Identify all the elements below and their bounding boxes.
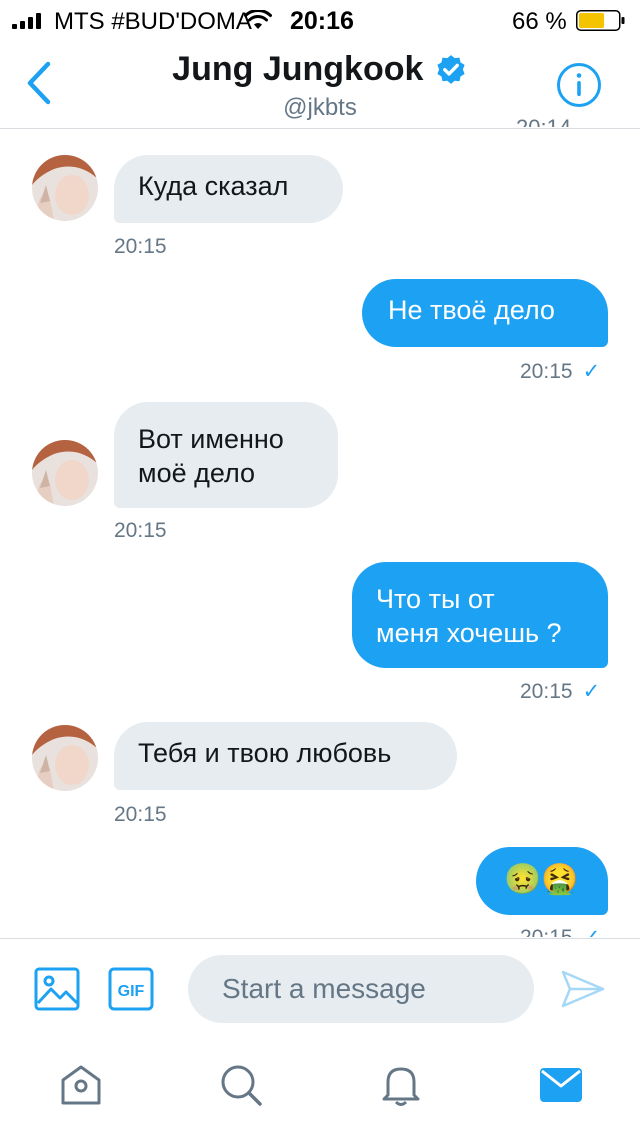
conversation-info-button[interactable] [556, 62, 602, 108]
message-bubble-outgoing[interactable]: Что ты от меня хочешь ? [352, 562, 608, 668]
verified-badge-icon [437, 54, 465, 84]
message-timestamp: 20:15 [114, 519, 167, 543]
message-composer: GIF [0, 938, 640, 1039]
tab-home[interactable] [58, 1062, 104, 1108]
message-timestamp: 20:15 [114, 235, 167, 259]
carrier-name: MTS #BUD'DOMA [54, 8, 252, 35]
tab-messages[interactable] [538, 1062, 584, 1108]
message-text-line: Вот именно [138, 424, 284, 454]
message-time: 20:15 [114, 519, 167, 542]
clipped-timestamp: 20:14 [516, 117, 571, 127]
status-bar: MTS #BUD'DOMA 20:16 66 % [0, 0, 640, 40]
gif-icon: GIF [108, 967, 154, 1011]
message-time: 20:15 [520, 680, 573, 703]
message-input[interactable] [188, 955, 534, 1023]
add-media-button[interactable] [34, 967, 80, 1011]
message-bubble-incoming[interactable]: Вот именно моё дело [114, 402, 338, 508]
battery-icon [576, 10, 625, 31]
status-time: 20:16 [290, 7, 354, 35]
signal-bars-icon [12, 13, 41, 29]
message-text-line: меня хочешь ? [376, 618, 562, 648]
message-timestamp: 20:15 ✓ [520, 925, 600, 937]
conversation-header: Jung Jungkook @jkbts [0, 40, 640, 129]
conversation-title-area: Jung Jungkook [0, 50, 640, 89]
search-icon [221, 1065, 262, 1106]
send-icon [561, 970, 605, 1008]
notifications-icon [382, 1067, 420, 1106]
contact-avatar[interactable] [32, 440, 98, 506]
tab-bar [0, 1038, 640, 1136]
tab-search[interactable] [218, 1062, 264, 1108]
avatar-photo [32, 725, 98, 791]
message-time: 20:15 [114, 235, 167, 258]
read-check-icon: ✓ [582, 680, 601, 703]
message-timestamp: 20:15 ✓ [520, 679, 600, 704]
message-bubble-outgoing[interactable]: Не твоё дело [362, 279, 608, 347]
image-icon [34, 967, 80, 1011]
message-emoji: 🤢🤮 [504, 863, 579, 896]
message-text: Куда сказал [138, 171, 289, 201]
avatar-photo [32, 440, 98, 506]
contact-name: Jung Jungkook [172, 50, 424, 88]
message-text-line: Что ты от [376, 584, 495, 614]
message-bubble-incoming[interactable]: Тебя и твою любовь [114, 722, 457, 790]
contact-avatar[interactable] [32, 155, 98, 221]
message-time: 20:15 [114, 803, 167, 826]
message-text: Не твоё дело [388, 295, 555, 325]
message-text: Тебя и твою любовь [138, 738, 392, 768]
messages-icon [540, 1068, 582, 1102]
message-bubble-outgoing[interactable]: 🤢🤮 [476, 847, 608, 915]
read-check-icon: ✓ [582, 360, 601, 383]
message-time: 20:15 [520, 360, 573, 383]
message-timestamp: 20:15 [114, 803, 167, 827]
message-text-line: моё дело [138, 458, 256, 488]
gif-button[interactable]: GIF [108, 967, 154, 1011]
gif-label: GIF [118, 983, 145, 1000]
message-bubble-incoming[interactable]: Куда сказал [114, 155, 343, 223]
info-icon [557, 63, 601, 107]
message-timestamp: 20:15 ✓ [520, 359, 600, 384]
avatar-photo [32, 155, 98, 221]
tab-notifications[interactable] [378, 1062, 424, 1108]
message-time: 20:15 [520, 926, 573, 937]
send-button[interactable] [560, 969, 606, 1009]
contact-avatar[interactable] [32, 725, 98, 791]
battery-percent: 66 % [512, 8, 567, 35]
wifi-icon [244, 10, 272, 29]
message-list[interactable]: Куда сказал 20:15 Не твоё дело 20:15 ✓ Во… [0, 129, 640, 937]
read-check-icon: ✓ [583, 926, 601, 937]
home-icon [61, 1065, 101, 1105]
